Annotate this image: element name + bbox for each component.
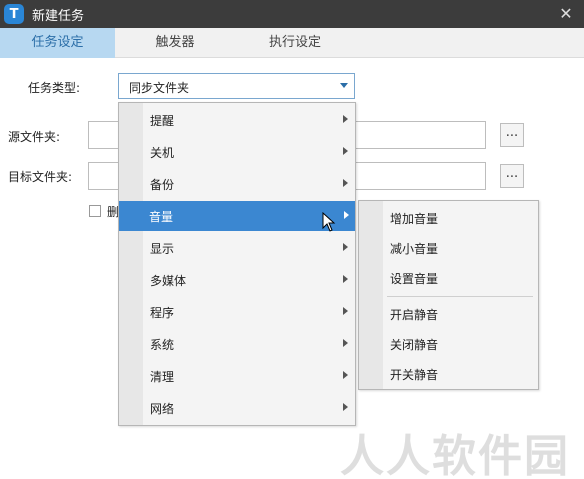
source-browse-button[interactable]: ... <box>500 123 524 147</box>
menu-item-label: 备份 <box>150 178 175 192</box>
volume-submenu: 增加音量 减小音量 设置音量 开启静音 关闭静音 开关静音 <box>358 200 539 390</box>
chevron-right-icon <box>343 403 348 411</box>
title-bar: T 新建任务 ✕ <box>0 0 584 28</box>
window-title: 新建任务 <box>32 8 85 24</box>
menu-item-program[interactable]: 程序 <box>120 297 354 327</box>
delete-checkbox[interactable] <box>89 205 101 217</box>
menu-item-network[interactable]: 网络 <box>120 393 354 423</box>
menu-item-backup[interactable]: 备份 <box>120 169 354 199</box>
target-folder-label: 目标文件夹: <box>8 170 73 184</box>
submenu-item-label: 设置音量 <box>390 272 439 286</box>
submenu-separator <box>387 296 533 297</box>
submenu-item-label: 开启静音 <box>390 308 439 322</box>
menu-item-label: 系统 <box>150 338 175 352</box>
chevron-right-icon <box>343 115 348 123</box>
submenu-item-decrease-volume[interactable]: 减小音量 <box>360 233 537 263</box>
menu-item-label: 音量 <box>149 210 174 224</box>
chevron-right-icon <box>343 339 348 347</box>
menu-item-cleanup[interactable]: 清理 <box>120 361 354 391</box>
chevron-right-icon <box>343 243 348 251</box>
menu-item-label: 关机 <box>150 146 175 160</box>
menu-item-label: 程序 <box>150 306 175 320</box>
submenu-item-mute-toggle[interactable]: 开关静音 <box>360 359 537 389</box>
tab-task-settings[interactable]: 任务设定 <box>0 28 115 58</box>
tab-execution-settings[interactable]: 执行设定 <box>235 28 355 58</box>
submenu-item-label: 开关静音 <box>390 368 439 382</box>
submenu-item-increase-volume[interactable]: 增加音量 <box>360 203 537 233</box>
submenu-item-set-volume[interactable]: 设置音量 <box>360 263 537 293</box>
task-type-menu: 提醒 关机 备份 音量 显示 多媒体 程序 系统 清理 网络 <box>118 102 356 426</box>
task-type-label: 任务类型: <box>28 81 81 95</box>
submenu-item-mute-off[interactable]: 关闭静音 <box>360 329 537 359</box>
tab-triggers[interactable]: 触发器 <box>115 28 235 58</box>
chevron-down-icon <box>340 83 348 88</box>
task-type-select[interactable]: 同步文件夹 <box>118 73 355 99</box>
menu-item-label: 多媒体 <box>150 274 187 288</box>
submenu-item-mute-on[interactable]: 开启静音 <box>360 299 537 329</box>
menu-item-system[interactable]: 系统 <box>120 329 354 359</box>
chevron-right-icon <box>344 211 349 219</box>
close-button[interactable]: ✕ <box>556 4 576 24</box>
submenu-item-label: 减小音量 <box>390 242 439 256</box>
menu-item-label: 显示 <box>150 242 175 256</box>
chevron-right-icon <box>343 147 348 155</box>
menu-item-multimedia[interactable]: 多媒体 <box>120 265 354 295</box>
menu-item-shutdown[interactable]: 关机 <box>120 137 354 167</box>
menu-item-label: 提醒 <box>150 114 175 128</box>
source-folder-label: 源文件夹: <box>8 130 61 144</box>
tab-bar: 任务设定 触发器 执行设定 <box>0 28 584 58</box>
menu-item-label: 网络 <box>150 402 175 416</box>
menu-item-display[interactable]: 显示 <box>120 233 354 263</box>
chevron-right-icon <box>343 275 348 283</box>
app-logo-icon: T <box>4 4 24 24</box>
mouse-cursor-icon <box>322 212 336 232</box>
watermark: 人人软件园 <box>340 431 570 479</box>
submenu-item-label: 增加音量 <box>390 212 439 226</box>
task-type-value: 同步文件夹 <box>129 81 190 95</box>
chevron-right-icon <box>343 307 348 315</box>
menu-item-volume[interactable]: 音量 <box>119 201 355 231</box>
menu-item-label: 清理 <box>150 370 175 384</box>
chevron-right-icon <box>343 371 348 379</box>
menu-item-reminder[interactable]: 提醒 <box>120 105 354 135</box>
chevron-right-icon <box>343 179 348 187</box>
target-browse-button[interactable]: ... <box>500 164 524 188</box>
submenu-item-label: 关闭静音 <box>390 338 439 352</box>
